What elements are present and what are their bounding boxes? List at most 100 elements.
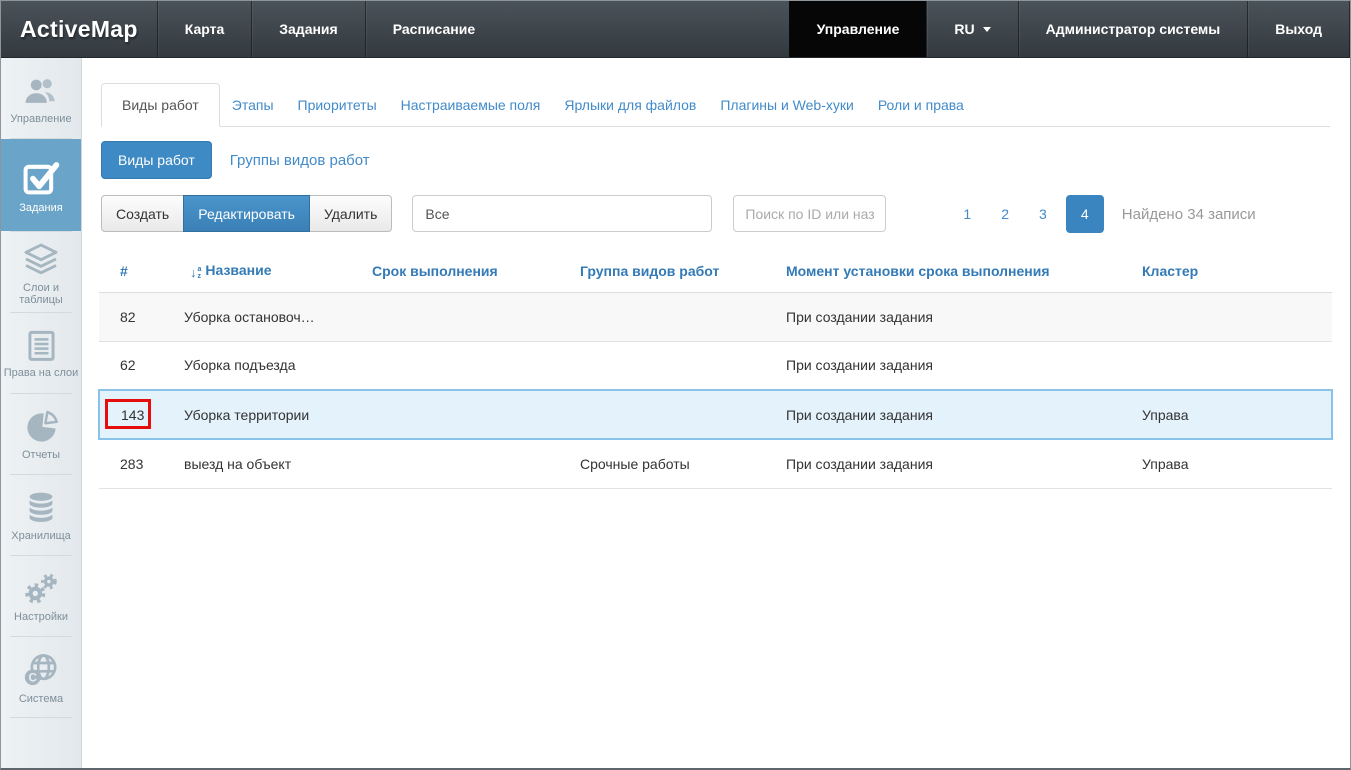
sidebar-item-label: Слои и таблицы [3, 282, 79, 306]
records-found-text: Найдено 34 записи [1122, 206, 1256, 223]
tab-roles-rights[interactable]: Роли и права [866, 84, 976, 126]
create-button[interactable]: Создать [101, 195, 184, 232]
cell-id: 283 [99, 439, 182, 488]
cell-moment: При создании задания [777, 292, 1127, 341]
language-label: RU [954, 21, 974, 37]
sidebar-item-tasks[interactable]: Задания [1, 139, 81, 231]
cell-group [572, 390, 777, 439]
sort-alpha-down-icon: ↓az [190, 266, 201, 280]
caret-down-icon [983, 27, 991, 32]
application-window: ActiveMap Карта Задания Расписание Управ… [0, 0, 1351, 770]
work-types-button[interactable]: Виды работ [101, 141, 212, 179]
table-row[interactable]: 62 Уборка подъезда При создании задания [99, 341, 1332, 390]
cell-due [362, 292, 572, 341]
cell-name: выезд на объект [182, 439, 362, 488]
column-header-due[interactable]: Срок выполнения [362, 250, 572, 292]
tab-work-types[interactable]: Виды работ [101, 83, 220, 127]
column-header-group[interactable]: Группа видов работ [572, 250, 777, 292]
database-icon [22, 489, 60, 527]
crud-button-group: Создать Редактировать Удалить [101, 195, 392, 232]
cell-group: Срочные работы [572, 439, 777, 488]
tab-stages[interactable]: Этапы [220, 84, 286, 126]
cell-name: Уборка остановоч… [182, 292, 362, 341]
navbar-spacer [502, 1, 789, 57]
nav-item-logout[interactable]: Выход [1247, 1, 1350, 57]
page-2-link[interactable]: 2 [986, 197, 1024, 231]
main-content: Виды работ Этапы Приоритеты Настраиваемы… [82, 58, 1350, 768]
cell-due [362, 390, 572, 439]
layers-icon [21, 239, 61, 279]
nav-item-user[interactable]: Администратор системы [1018, 1, 1248, 57]
nav-item-tasks[interactable]: Задания [251, 1, 364, 57]
sidebar-item-layers[interactable]: Слои и таблицы [1, 232, 81, 312]
sidebar-item-label: Задания [19, 202, 62, 214]
edit-button[interactable]: Редактировать [183, 195, 310, 232]
sub-navigation: Виды работ Группы видов работ [101, 141, 1330, 179]
cell-moment: При создании задания [777, 341, 1127, 390]
sidebar-item-storages[interactable]: Хранилища [1, 475, 81, 555]
pagination: 1 2 3 4 [948, 195, 1103, 233]
search-input[interactable] [733, 195, 886, 232]
nav-item-map[interactable]: Карта [157, 1, 252, 57]
sidebar-item-reports[interactable]: Отчеты [1, 394, 81, 474]
sidebar-item-settings[interactable]: Настройки [1, 556, 81, 636]
tab-bar: Виды работ Этапы Приоритеты Настраиваемы… [101, 83, 1330, 127]
sidebar-divider [10, 717, 72, 718]
toolbar: Создать Редактировать Удалить Все 1 2 3 … [101, 195, 1330, 233]
sidebar-item-system[interactable]: C Система [1, 637, 81, 717]
cell-moment: При создании задания [777, 439, 1127, 488]
table-row-selected[interactable]: 143 Уборка территории При создании задан… [99, 390, 1332, 439]
pie-chart-icon [22, 407, 61, 446]
top-navbar: ActiveMap Карта Задания Расписание Управ… [1, 1, 1350, 58]
table-row[interactable]: 283 выезд на объект Срочные работы При с… [99, 439, 1332, 488]
nav-item-management[interactable]: Управление [789, 1, 927, 57]
cell-cluster [1127, 341, 1332, 390]
column-header-name[interactable]: ↓azНазвание [182, 250, 362, 292]
work-types-table: # ↓azНазвание Срок выполнения Группа вид… [98, 250, 1333, 489]
cell-id: 143 [99, 390, 182, 439]
cell-group [572, 341, 777, 390]
gears-icon [22, 570, 60, 608]
column-header-moment[interactable]: Момент установки срока выполнения [777, 250, 1127, 292]
nav-item-language[interactable]: RU [926, 1, 1017, 57]
cell-name: Уборка территории [182, 390, 362, 439]
sidebar-item-label: Система [19, 693, 63, 705]
globe-icon: C [21, 650, 61, 690]
cell-due [362, 341, 572, 390]
cell-cluster: Управа [1127, 439, 1332, 488]
nav-item-schedule[interactable]: Расписание [365, 1, 502, 57]
cell-id: 62 [99, 341, 182, 390]
delete-button[interactable]: Удалить [309, 195, 392, 232]
cell-group [572, 292, 777, 341]
sidebar-item-management[interactable]: Управление [1, 58, 81, 138]
page-1-link[interactable]: 1 [948, 197, 986, 231]
users-icon [22, 72, 60, 110]
page-4-active[interactable]: 4 [1066, 195, 1104, 233]
column-header-id[interactable]: # [99, 250, 182, 292]
left-sidebar: Управление Задания Слои и таблицы Права … [1, 58, 82, 768]
cell-name: Уборка подъезда [182, 341, 362, 390]
work-type-groups-link[interactable]: Группы видов работ [230, 152, 370, 169]
sidebar-item-label: Управление [10, 113, 71, 125]
svg-text:C: C [28, 671, 37, 684]
document-icon [23, 327, 60, 364]
sidebar-item-label: Настройки [14, 611, 68, 623]
table-row[interactable]: 82 Уборка остановоч… При создании задани… [99, 292, 1332, 341]
app-logo: ActiveMap [1, 1, 157, 57]
table-header: # ↓azНазвание Срок выполнения Группа вид… [99, 250, 1332, 292]
cell-moment: При создании задания [777, 390, 1127, 439]
tab-custom-fields[interactable]: Настраиваемые поля [389, 84, 553, 126]
filter-select[interactable]: Все [412, 195, 712, 232]
tab-file-labels[interactable]: Ярлыки для файлов [552, 84, 708, 126]
cell-id: 82 [99, 292, 182, 341]
tab-plugins-webhooks[interactable]: Плагины и Web-хуки [708, 84, 865, 126]
cell-cluster: Управа [1127, 390, 1332, 439]
tab-priorities[interactable]: Приоритеты [286, 84, 389, 126]
sidebar-item-label: Хранилища [11, 530, 71, 542]
sidebar-item-layer-rights[interactable]: Права на слои [1, 313, 81, 393]
page-3-link[interactable]: 3 [1024, 197, 1062, 231]
column-header-cluster[interactable]: Кластер [1127, 250, 1332, 292]
cell-cluster [1127, 292, 1332, 341]
cell-due [362, 439, 572, 488]
sidebar-item-label: Отчеты [22, 449, 60, 461]
